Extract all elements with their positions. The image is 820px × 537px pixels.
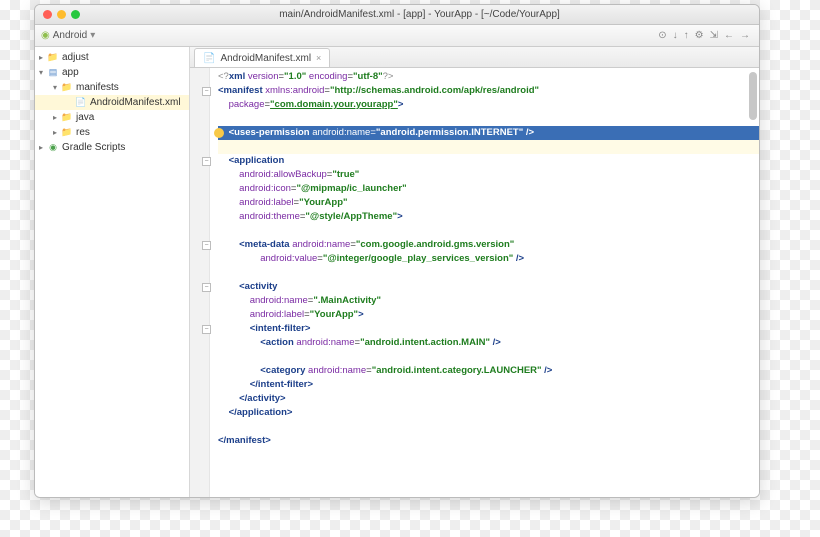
fold-icon[interactable]: − xyxy=(202,283,211,292)
tree-item-res[interactable]: ▸📁res xyxy=(35,125,189,140)
module-icon: ▤ xyxy=(47,67,59,78)
toolbar-icon[interactable]: ⊙ xyxy=(658,30,666,41)
code-line[interactable]: </manifest> xyxy=(218,434,759,448)
editor-tab[interactable]: 📄 AndroidManifest.xml × xyxy=(194,48,330,67)
file-icon: 📄 xyxy=(75,97,87,108)
code-line[interactable]: </activity> xyxy=(218,392,759,406)
chevron-down-icon: ▾ xyxy=(90,30,95,41)
tree-item-androidmanifest-xml[interactable]: 📄AndroidManifest.xml xyxy=(35,95,189,110)
code-line[interactable] xyxy=(218,140,759,154)
code-line[interactable]: android:allowBackup="true" xyxy=(218,168,759,182)
code-line[interactable]: package="com.domain.your.yourapp"> xyxy=(218,98,759,112)
code-line[interactable]: android:name=".MainActivity" xyxy=(218,294,759,308)
folder-icon: 📁 xyxy=(47,52,59,63)
code-line[interactable]: android:theme="@style/AppTheme"> xyxy=(218,210,759,224)
tree-item-app[interactable]: ▾▤app xyxy=(35,65,189,80)
code-line[interactable]: android:label="YourApp" xyxy=(218,196,759,210)
code-line[interactable]: android:icon="@mipmap/ic_launcher" xyxy=(218,182,759,196)
tree-item-label: adjust xyxy=(62,52,89,63)
project-tree[interactable]: ▸📁adjust▾▤app▾📁manifests📄AndroidManifest… xyxy=(35,47,190,497)
tree-item-label: manifests xyxy=(76,82,119,93)
code-line[interactable]: <category android:name="android.intent.c… xyxy=(218,364,759,378)
file-icon: 📄 xyxy=(203,53,215,64)
code-line[interactable]: − <activity xyxy=(218,280,759,294)
code-line[interactable]: − <meta-data android:name="com.google.an… xyxy=(218,238,759,252)
toolbar-icon[interactable]: ↓ xyxy=(673,30,678,41)
tree-arrow-icon[interactable]: ▾ xyxy=(53,83,61,92)
tree-arrow-icon[interactable]: ▾ xyxy=(39,68,47,77)
fold-icon[interactable]: − xyxy=(202,87,211,96)
toolbar-icon[interactable]: ⇲ xyxy=(710,30,718,41)
code-line[interactable]: <?xml version="1.0" encoding="utf-8"?> xyxy=(218,70,759,84)
android-icon: ◉ xyxy=(41,30,50,41)
window-title: main/AndroidManifest.xml - [app] - YourA… xyxy=(88,9,751,20)
project-view-label: Android xyxy=(53,30,87,41)
tree-arrow-icon[interactable]: ▸ xyxy=(53,113,61,122)
tree-item-java[interactable]: ▸📁java xyxy=(35,110,189,125)
tree-item-manifests[interactable]: ▾📁manifests xyxy=(35,80,189,95)
code-line[interactable]: <action android:name="android.intent.act… xyxy=(218,336,759,350)
tree-item-adjust[interactable]: ▸📁adjust xyxy=(35,50,189,65)
fold-icon[interactable]: − xyxy=(202,157,211,166)
code-line[interactable] xyxy=(218,224,759,238)
project-toolbar: ◉ Android ▾ ⊙ ↓ ↑ ⚙ ⇲ ← → xyxy=(35,25,759,47)
tree-item-label: Gradle Scripts xyxy=(62,142,125,153)
tree-item-label: app xyxy=(62,67,79,78)
lightbulb-icon[interactable] xyxy=(214,128,224,138)
window-titlebar[interactable]: main/AndroidManifest.xml - [app] - YourA… xyxy=(35,5,759,25)
minimize-button[interactable] xyxy=(57,10,66,19)
code-line[interactable] xyxy=(218,420,759,434)
close-button[interactable] xyxy=(43,10,52,19)
tree-item-label: res xyxy=(76,127,90,138)
tree-item-label: AndroidManifest.xml xyxy=(90,97,181,108)
scrollbar-thumb[interactable] xyxy=(749,72,757,120)
tree-arrow-icon[interactable]: ▸ xyxy=(39,143,47,152)
code-line[interactable]: </application> xyxy=(218,406,759,420)
tree-item-gradle-scripts[interactable]: ▸◉Gradle Scripts xyxy=(35,140,189,155)
code-line[interactable]: android:label="YourApp"> xyxy=(218,308,759,322)
toolbar-icon[interactable]: ↑ xyxy=(684,30,689,41)
code-area[interactable]: <?xml version="1.0" encoding="utf-8"?>−<… xyxy=(210,68,759,497)
code-line[interactable] xyxy=(218,266,759,280)
tab-label: AndroidManifest.xml xyxy=(220,53,311,64)
toolbar-icons: ⊙ ↓ ↑ ⚙ ⇲ ← → xyxy=(655,30,753,41)
scrollbar-vertical[interactable] xyxy=(749,72,757,484)
fold-icon[interactable]: − xyxy=(202,241,211,250)
folder-icon: 📁 xyxy=(61,112,73,123)
toolbar-icon[interactable]: → xyxy=(740,30,750,41)
code-line[interactable]: − <intent-filter> xyxy=(218,322,759,336)
close-tab-icon[interactable]: × xyxy=(316,53,321,63)
code-line[interactable]: <uses-permission android:name="android.p… xyxy=(218,126,759,140)
code-line[interactable]: android:value="@integer/google_play_serv… xyxy=(218,252,759,266)
code-line[interactable] xyxy=(218,350,759,364)
ide-window: main/AndroidManifest.xml - [app] - YourA… xyxy=(34,4,760,498)
code-line[interactable]: − <application xyxy=(218,154,759,168)
tree-arrow-icon[interactable]: ▸ xyxy=(53,128,61,137)
traffic-lights xyxy=(43,10,80,19)
toolbar-icon[interactable]: ⚙ xyxy=(695,30,704,41)
maximize-button[interactable] xyxy=(71,10,80,19)
code-line[interactable]: −<manifest xmlns:android="http://schemas… xyxy=(218,84,759,98)
editor-pane: 📄 AndroidManifest.xml × <?xml version="1… xyxy=(190,47,759,497)
code-line[interactable] xyxy=(218,112,759,126)
folder-icon: 📁 xyxy=(61,82,73,93)
fold-icon[interactable]: − xyxy=(202,325,211,334)
toolbar-icon[interactable]: ← xyxy=(724,30,734,41)
tree-item-label: java xyxy=(76,112,94,123)
tree-arrow-icon[interactable]: ▸ xyxy=(39,53,47,62)
code-line[interactable]: </intent-filter> xyxy=(218,378,759,392)
editor-tabbar: 📄 AndroidManifest.xml × xyxy=(190,47,759,68)
folder-icon: 📁 xyxy=(61,127,73,138)
project-view-selector[interactable]: ◉ Android ▾ xyxy=(41,30,95,41)
gradle-icon: ◉ xyxy=(47,142,59,153)
